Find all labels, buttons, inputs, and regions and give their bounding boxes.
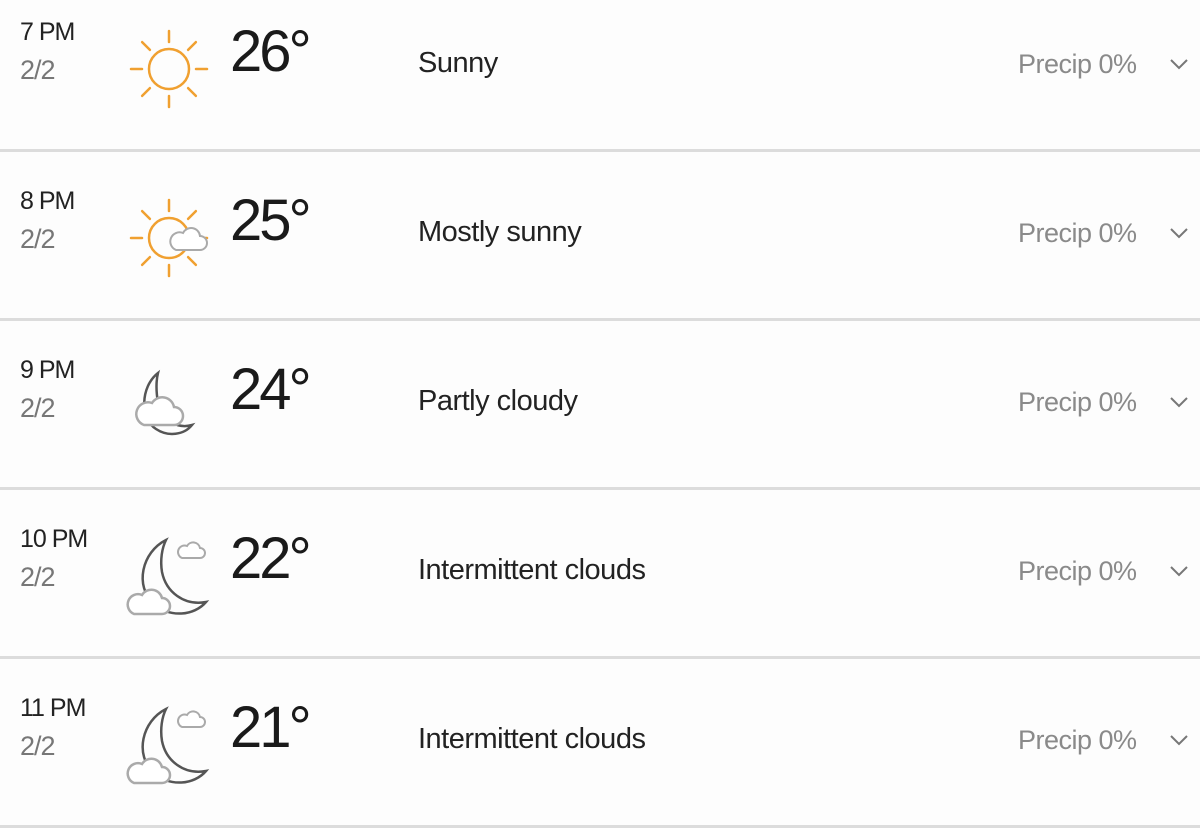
chevron-down-icon[interactable] [1168,564,1190,578]
hour-date: 2/2 [20,731,56,761]
hourly-forecast-row[interactable]: 10 PM 2/2 22° Intermittent clouds Precip… [0,490,1200,659]
hour-time: 9 PM [20,356,75,384]
chevron-down-icon[interactable] [1168,57,1190,71]
hourly-forecast-row[interactable]: 8 PM 2/2 25° Mostly sunny Precip 0% [0,152,1200,321]
precipitation: Precip 0% [1018,387,1137,417]
hour-time: 8 PM [20,187,75,215]
moon-intermittent-clouds-icon [126,697,212,793]
sun-icon [126,21,212,117]
condition-text: Intermittent clouds [418,723,646,755]
temperature: 24° [230,357,312,422]
moon-intermittent-clouds-icon [126,528,212,624]
temperature: 21° [230,695,312,760]
hour-time: 10 PM [20,525,88,553]
condition-text: Mostly sunny [418,216,582,248]
chevron-down-icon[interactable] [1168,395,1190,409]
hourly-forecast-row[interactable]: 9 PM 2/2 24° Partly cloudy Precip 0% [0,321,1200,490]
chevron-down-icon[interactable] [1168,733,1190,747]
hour-time: 7 PM [20,18,75,46]
hour-date: 2/2 [20,224,56,254]
temperature: 26° [230,19,312,84]
condition-text: Intermittent clouds [418,554,646,586]
hour-time: 11 PM [20,694,86,722]
precipitation: Precip 0% [1018,556,1137,586]
hour-date: 2/2 [20,562,56,592]
hour-date: 2/2 [20,55,56,85]
temperature: 22° [230,526,312,591]
hour-date: 2/2 [20,393,56,423]
hourly-forecast-row[interactable]: 7 PM 2/2 26° Sunny Precip 0% [0,0,1200,152]
precipitation: Precip 0% [1018,49,1137,79]
precipitation: Precip 0% [1018,725,1137,755]
precipitation: Precip 0% [1018,218,1137,248]
moon-partly-cloudy-icon [126,359,212,455]
mostly-sunny-icon [126,190,212,286]
condition-text: Partly cloudy [418,385,578,417]
chevron-down-icon[interactable] [1168,226,1190,240]
hourly-forecast-row[interactable]: 11 PM 2/2 21° Intermittent clouds Precip… [0,659,1200,828]
temperature: 25° [230,188,312,253]
condition-text: Sunny [418,47,498,79]
